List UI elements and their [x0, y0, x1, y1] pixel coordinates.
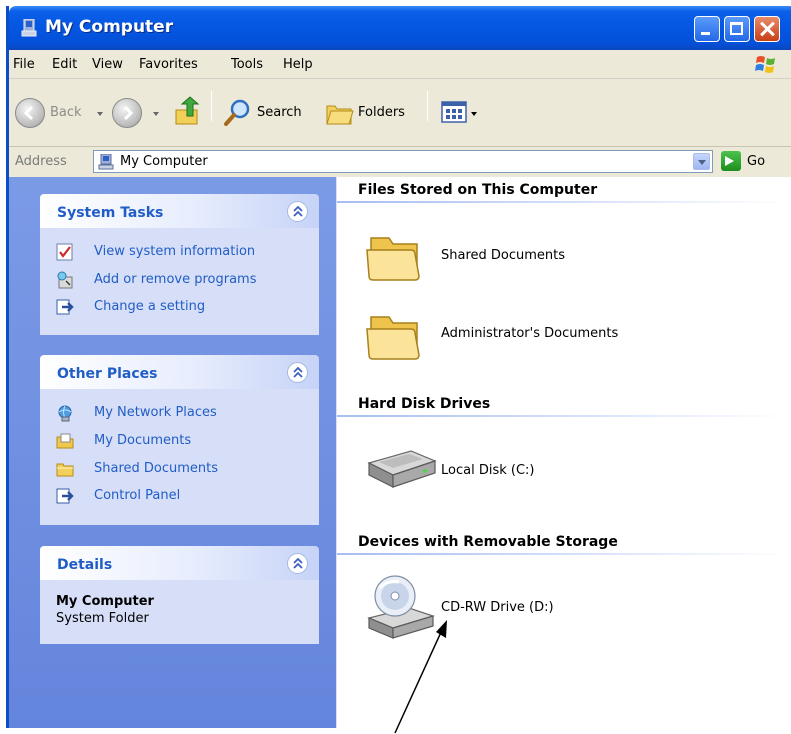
place-label: My Network Places: [94, 405, 217, 420]
views-dropdown-icon[interactable]: [471, 112, 477, 116]
group-divider: [337, 415, 787, 417]
toolbar: Back Search Folders: [9, 79, 791, 147]
address-value: My Computer: [120, 154, 208, 169]
group-divider: [337, 201, 787, 203]
content-pane: Files Stored on This Computer Shared Doc…: [337, 177, 791, 728]
item-shared-documents[interactable]: Shared Documents: [365, 228, 685, 288]
task-label: View system information: [94, 244, 256, 259]
network-places-icon: [58, 405, 72, 422]
my-documents-icon: [56, 433, 74, 449]
task-label: Add or remove programs: [94, 272, 257, 287]
collapse-button[interactable]: [287, 553, 308, 574]
folder-icon: [366, 237, 420, 281]
other-places-panel: Other Places My Network Places My Docume…: [40, 355, 319, 525]
views-icon[interactable]: [441, 100, 467, 124]
my-computer-window: My Computer File Edit View Favorites Too…: [6, 6, 791, 728]
group-header-files: Files Stored on This Computer: [358, 182, 598, 198]
menu-favorites[interactable]: Favorites: [139, 57, 198, 72]
item-label: Local Disk (C:): [441, 463, 535, 478]
title-bar[interactable]: My Computer: [9, 6, 791, 50]
collapse-button[interactable]: [287, 201, 308, 222]
up-folder-icon[interactable]: [173, 96, 203, 128]
folder-icon: [366, 316, 420, 360]
system-info-icon: [56, 243, 73, 261]
other-places-body: My Network Places My Documents Shared Do…: [40, 389, 319, 525]
folders-icon[interactable]: [325, 100, 355, 126]
forward-dropdown-icon[interactable]: [153, 112, 159, 116]
address-dropdown-icon[interactable]: [693, 153, 710, 170]
panel-title: Other Places: [57, 366, 158, 382]
other-places-header[interactable]: Other Places: [40, 355, 319, 389]
go-arrow-icon[interactable]: [721, 151, 741, 171]
hard-disk-icon: [367, 450, 437, 488]
chevron-up-icon: [293, 558, 303, 569]
group-divider: [337, 553, 787, 555]
go-label[interactable]: Go: [747, 154, 765, 169]
computer-icon: [21, 19, 37, 37]
maximize-button[interactable]: [724, 16, 750, 42]
back-button[interactable]: [15, 98, 45, 128]
control-panel-icon: [56, 488, 74, 504]
place-label: Control Panel: [94, 488, 181, 503]
system-tasks-header[interactable]: System Tasks: [40, 194, 319, 228]
menu-tools[interactable]: Tools: [231, 57, 263, 72]
address-bar: Address My Computer Go: [9, 147, 791, 177]
folders-label[interactable]: Folders: [358, 105, 405, 120]
address-label: Address: [15, 154, 67, 169]
details-panel: Details My Computer System Folder: [40, 546, 319, 644]
window-title: My Computer: [45, 17, 174, 37]
group-header-removable: Devices with Removable Storage: [358, 534, 618, 550]
minimize-button[interactable]: [694, 16, 720, 42]
cd-drive-icon: [367, 575, 435, 639]
forward-button[interactable]: [112, 98, 142, 128]
toolbar-separator: [427, 91, 428, 121]
item-label: Administrator's Documents: [441, 326, 619, 341]
place-label: My Documents: [94, 433, 192, 448]
details-type: System Folder: [56, 611, 149, 626]
control-panel-icon: [56, 299, 74, 315]
item-local-disk-c[interactable]: Local Disk (C:): [365, 447, 685, 507]
item-label: CD-RW Drive (D:): [441, 600, 554, 615]
folder-icon: [56, 463, 74, 477]
item-administrators-documents[interactable]: Administrator's Documents: [365, 307, 685, 367]
search-label[interactable]: Search: [257, 105, 302, 120]
panel-title: Details: [57, 557, 113, 573]
panel-title: System Tasks: [57, 205, 164, 221]
group-header-hard-disks: Hard Disk Drives: [358, 396, 491, 412]
chevron-up-icon: [293, 206, 303, 217]
menu-edit[interactable]: Edit: [52, 57, 77, 72]
details-header[interactable]: Details: [40, 546, 319, 580]
task-pane: System Tasks View system information Add…: [9, 177, 337, 728]
address-input[interactable]: My Computer: [93, 150, 713, 173]
search-icon[interactable]: [223, 98, 253, 128]
system-tasks-body: View system information Add or remove pr…: [40, 228, 319, 335]
task-label: Change a setting: [94, 299, 206, 314]
place-label: Shared Documents: [94, 461, 219, 476]
add-remove-programs-icon: [57, 271, 73, 289]
item-cd-rw-drive-d[interactable]: CD-RW Drive (D:): [365, 574, 685, 642]
chevron-up-icon: [293, 367, 303, 378]
close-button[interactable]: [754, 16, 780, 42]
system-tasks-panel: System Tasks View system information Add…: [40, 194, 319, 335]
collapse-button[interactable]: [287, 362, 308, 383]
menu-file[interactable]: File: [13, 57, 35, 72]
back-arrow-icon: [23, 105, 34, 121]
item-label: Shared Documents: [441, 248, 566, 263]
computer-icon: [98, 154, 114, 170]
back-dropdown-icon[interactable]: [97, 112, 103, 116]
forward-arrow-icon: [123, 105, 134, 121]
back-label[interactable]: Back: [50, 105, 82, 120]
menu-bar: File Edit View Favorites Tools Help: [9, 50, 791, 79]
menu-view[interactable]: View: [92, 57, 123, 72]
details-body: My Computer System Folder: [40, 580, 319, 644]
windows-logo-icon: [755, 56, 775, 73]
menu-help[interactable]: Help: [283, 57, 313, 72]
details-name: My Computer: [56, 594, 154, 609]
toolbar-separator: [211, 91, 212, 121]
